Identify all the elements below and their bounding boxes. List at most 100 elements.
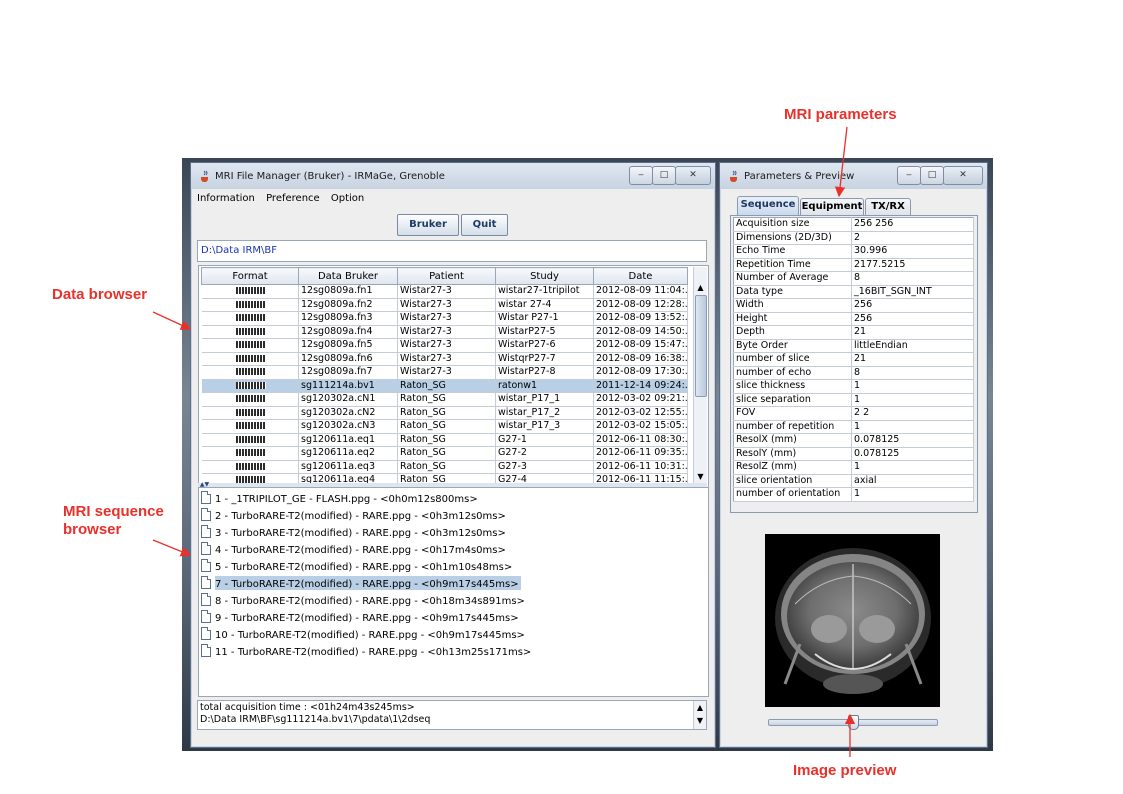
document-icon: [201, 627, 211, 640]
table-row[interactable]: 12sg0809a.fn4 Wistar27-3 WistarP27-5 2012-0…: [201, 325, 688, 339]
close-button[interactable]: ✕: [675, 166, 711, 185]
sequence-item[interactable]: 8 - TurboRARE-T2(modified) - RARE.ppg - …: [201, 593, 527, 607]
bruker-button[interactable]: Bruker: [397, 214, 459, 236]
sequence-item[interactable]: 2 - TurboRARE-T2(modified) - RARE.ppg - …: [201, 508, 508, 522]
tab-sequence[interactable]: Sequence: [737, 196, 799, 216]
table-cell: G27-2: [495, 446, 594, 461]
param-minimize-button[interactable]: ‒: [897, 166, 921, 185]
param-name: slice orientation: [733, 474, 852, 488]
param-name: Dimensions (2D/3D): [733, 231, 852, 245]
main-titlebar: MRI File Manager (Bruker) - IRMaGe, Gren…: [191, 163, 715, 189]
menu-information[interactable]: Information: [197, 193, 255, 204]
menu-option[interactable]: Option: [331, 193, 364, 204]
scroll-thumb[interactable]: [695, 295, 707, 397]
param-window-title: Parameters & Preview: [744, 171, 855, 182]
param-value: 8: [851, 366, 974, 380]
table-row[interactable]: sg120611a.eq1 Raton_SG G27-1 2012-06-11 08:…: [201, 433, 688, 447]
maximize-button[interactable]: □: [652, 166, 676, 185]
menu-preference[interactable]: Preference: [266, 193, 320, 204]
table-cell: wistar_P17_3: [495, 419, 594, 434]
table-cell: 12sg0809a.fn3: [298, 311, 398, 326]
param-value: 256: [851, 312, 974, 326]
table-cell: Wistar27-3: [397, 284, 496, 299]
table-row[interactable]: sg120302a.cN1 Raton_SG wistar_P17_1 2012-03…: [201, 392, 688, 407]
table-cell: 12sg0809a.fn1: [298, 284, 398, 299]
table-cell: 2011-12-14 09:24:...: [593, 379, 688, 393]
param-name: slice separation: [733, 393, 852, 407]
param-value: 2177.5215: [851, 258, 974, 272]
param-name: Acquisition size: [733, 217, 852, 232]
bruker-logo-icon: [235, 395, 266, 403]
sequence-item[interactable]: 10 - TurboRARE-T2(modified) - RARE.ppg -…: [201, 627, 527, 641]
sequence-item[interactable]: 4 - TurboRARE-T2(modified) - RARE.ppg - …: [201, 542, 508, 556]
column-header-date[interactable]: Date: [593, 267, 688, 285]
column-header-data-bruker[interactable]: Data Bruker: [298, 267, 398, 285]
param-value: 256: [851, 298, 974, 313]
table-cell: Raton_SG: [397, 446, 496, 461]
mri-image-preview: [765, 534, 940, 707]
tab-txrx[interactable]: TX/RX: [865, 198, 911, 216]
bruker-logo-icon: [235, 327, 266, 335]
format-cell: [201, 392, 299, 407]
param-name: Repetition Time: [733, 258, 852, 272]
param-value: axial: [851, 474, 974, 488]
minimize-button[interactable]: ‒: [629, 166, 653, 185]
data-table-scrollbar[interactable]: ▲ ▼: [693, 267, 707, 483]
document-icon: [201, 576, 211, 589]
param-maximize-button[interactable]: □: [920, 166, 944, 185]
table-cell: 2012-08-09 11:04:...: [593, 284, 688, 299]
format-cell: [201, 379, 299, 393]
param-value: 1: [851, 379, 974, 394]
scroll-down-arrow[interactable]: ▼: [694, 472, 707, 481]
sequence-item[interactable]: 5 - TurboRARE-T2(modified) - RARE.ppg - …: [201, 559, 514, 573]
column-header-patient[interactable]: Patient: [397, 267, 496, 285]
table-row[interactable]: sg120611a.eq2 Raton_SG G27-2 2012-06-11 09:…: [201, 446, 688, 461]
document-icon: [201, 525, 211, 538]
param-name: ResolY (mm): [733, 447, 852, 461]
param-value: _16BIT_SGN_INT: [851, 285, 974, 299]
table-row[interactable]: sg120302a.cN2 Raton_SG wistar_P17_2 2012-03…: [201, 406, 688, 420]
table-row[interactable]: 12sg0809a.fn6 Wistar27-3 WistqrP27-7 2012-0…: [201, 352, 688, 366]
table-row[interactable]: sg120302a.cN3 Raton_SG wistar_P17_3 2012-03…: [201, 419, 688, 434]
sequence-item[interactable]: 1 - _1TRIPILOT_GE - FLASH.ppg - <0h0m12s…: [201, 491, 480, 505]
annotation-mri-sequence-browser: MRI sequence browser: [63, 503, 164, 538]
bruker-logo-icon: [235, 381, 266, 389]
table-cell: WistarP27-6: [495, 338, 594, 353]
table-cell: Wistar27-3: [397, 298, 496, 312]
param-row: number of repetition 1: [733, 420, 974, 434]
table-row[interactable]: 12sg0809a.fn2 Wistar27-3 wistar 27-4 2012-0…: [201, 298, 688, 312]
slice-slider-thumb[interactable]: [848, 715, 859, 730]
tab-equipment[interactable]: Equipment: [800, 198, 864, 216]
path-field[interactable]: D:\Data IRM\BF: [197, 240, 707, 262]
column-header-format[interactable]: Format: [201, 267, 299, 285]
table-cell: wistar_P17_1: [495, 392, 594, 407]
table-row[interactable]: 12sg0809a.fn3 Wistar27-3 Wistar P27-1 2012-…: [201, 311, 688, 326]
status-scrollbar[interactable]: ▲ ▼: [693, 701, 706, 729]
table-row[interactable]: sg111214a.bv1 Raton_SG ratonw1 2011-12-14 0…: [201, 379, 688, 393]
param-value: 21: [851, 325, 974, 340]
param-name: ResolZ (mm): [733, 460, 852, 475]
sequence-item[interactable]: 7 - TurboRARE-T2(modified) - RARE.ppg - …: [201, 576, 521, 590]
table-row[interactable]: 12sg0809a.fn1 Wistar27-3 wistar27-1tripilo…: [201, 284, 688, 299]
param-name: FOV: [733, 406, 852, 421]
param-value: 1: [851, 393, 974, 407]
sequence-label: 3 - TurboRARE-T2(modified) - RARE.ppg - …: [215, 528, 506, 539]
param-row: slice orientation axial: [733, 474, 974, 488]
scroll-up-arrow[interactable]: ▲: [694, 283, 707, 292]
bruker-logo-icon: [235, 368, 266, 376]
table-cell: sg120611a.eq1: [298, 433, 398, 447]
quit-button[interactable]: Quit: [461, 214, 508, 236]
table-row[interactable]: 12sg0809a.fn5 Wistar27-3 WistarP27-6 2012-0…: [201, 338, 688, 353]
sequence-item[interactable]: 3 - TurboRARE-T2(modified) - RARE.ppg - …: [201, 525, 508, 539]
param-row: number of echo 8: [733, 366, 974, 380]
table-cell: WistarP27-8: [495, 365, 594, 380]
table-row[interactable]: 12sg0809a.fn7 Wistar27-3 WistarP27-8 2012-0…: [201, 365, 688, 380]
column-header-study[interactable]: Study: [495, 267, 594, 285]
sequence-item[interactable]: 11 - TurboRARE-T2(modified) - RARE.ppg -…: [201, 644, 533, 658]
table-row[interactable]: sg120611a.eq3 Raton_SG G27-3 2012-06-11 10:…: [201, 460, 688, 474]
bruker-logo-icon: [235, 300, 266, 308]
param-value: 1: [851, 420, 974, 434]
slice-slider[interactable]: [768, 715, 938, 730]
sequence-item[interactable]: 9 - TurboRARE-T2(modified) - RARE.ppg - …: [201, 610, 521, 624]
param-close-button[interactable]: ✕: [943, 166, 983, 185]
